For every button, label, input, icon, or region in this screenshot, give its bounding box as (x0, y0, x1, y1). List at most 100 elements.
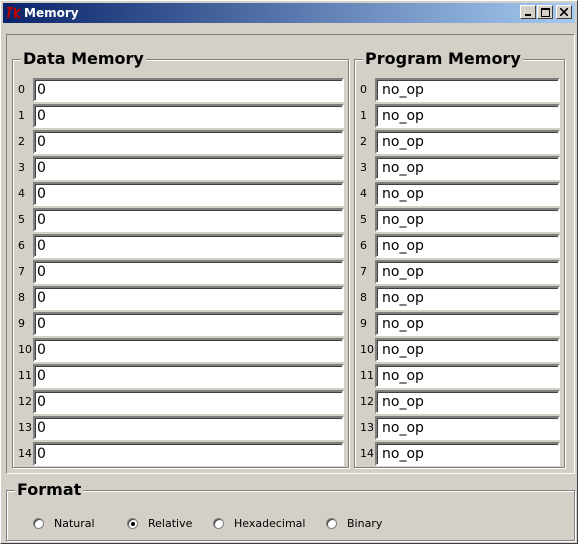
data-memory-value-field[interactable]: 0 (33, 260, 344, 284)
format-option-label: Relative (148, 517, 193, 530)
radio-button-icon[interactable] (213, 518, 224, 529)
data-memory-row: 14 0 (13, 441, 348, 467)
data-memory-index-label: 13 (18, 421, 32, 434)
data-memory-index-label: 7 (18, 265, 25, 278)
data-memory-value-field[interactable]: 0 (33, 104, 344, 128)
data-memory-value-field[interactable]: 0 (33, 78, 344, 102)
format-option-label: Hexadecimal (234, 517, 306, 530)
program-memory-row: 0 no_op (355, 77, 564, 103)
format-option-natural[interactable]: Natural (33, 517, 95, 530)
close-icon[interactable] (556, 5, 572, 19)
program-memory-index-label: 2 (360, 135, 367, 148)
program-memory-value-field[interactable]: no_op (375, 104, 560, 128)
program-memory-row: 1 no_op (355, 103, 564, 129)
program-memory-index-label: 14 (360, 447, 374, 460)
program-memory-value-field[interactable]: no_op (375, 442, 560, 466)
program-memory-row: 14 no_op (355, 441, 564, 467)
data-memory-row: 11 0 (13, 363, 348, 389)
data-memory-value-field[interactable]: 0 (33, 182, 344, 206)
data-memory-index-label: 1 (18, 109, 25, 122)
format-title: Format (15, 480, 84, 499)
data-memory-index-label: 9 (18, 317, 25, 330)
program-memory-value-field[interactable]: no_op (375, 130, 560, 154)
program-memory-title: Program Memory (363, 49, 523, 68)
program-memory-value-field[interactable]: no_op (375, 286, 560, 310)
format-option-relative[interactable]: Relative (127, 517, 192, 530)
program-memory-index-label: 1 (360, 109, 367, 122)
data-memory-index-label: 8 (18, 291, 25, 304)
format-option-hexadecimal[interactable]: Hexadecimal (213, 517, 305, 530)
program-memory-value-field[interactable]: no_op (375, 416, 560, 440)
program-memory-index-label: 9 (360, 317, 367, 330)
data-memory-value-field[interactable]: 0 (33, 156, 344, 180)
program-memory-value-field[interactable]: no_op (375, 364, 560, 388)
data-memory-value-field[interactable]: 0 (33, 208, 344, 232)
program-memory-value-field[interactable]: no_op (375, 182, 560, 206)
program-memory-row: 9 no_op (355, 311, 564, 337)
memory-window: Memory Data Memory 001020304050607080901… (0, 0, 578, 544)
data-memory-group: Data Memory 0 0 1 0 2 0 3 0 4 0 5 0 6 0 7 0 8 0 9 0 10 0 11 0 12… (12, 50, 349, 468)
data-memory-row: 20 (13, 129, 348, 155)
radio-button-icon[interactable] (326, 518, 337, 529)
data-memory-value-field[interactable]: 0 (33, 312, 344, 336)
data-memory-value-field[interactable]: 0 (33, 286, 344, 310)
program-memory-value-field[interactable]: no_op (375, 260, 560, 284)
data-memory-value-field[interactable]: 0 (33, 338, 344, 362)
format-option-label: Natural (54, 517, 95, 530)
program-memory-row: 4 no_op (355, 181, 564, 207)
tk-icon (6, 5, 22, 21)
data-memory-row: 80 (13, 285, 348, 311)
radio-button-icon[interactable] (127, 518, 138, 529)
radio-button-icon[interactable] (33, 518, 44, 529)
program-memory-row: 12 no_op (355, 389, 564, 415)
program-memory-index-label: 12 (360, 395, 374, 408)
title-bar[interactable]: Memory (3, 3, 575, 23)
program-memory-row: 7 no_op (355, 259, 564, 285)
data-memory-value-field[interactable]: 0 (33, 390, 344, 414)
data-memory-row: 90 (13, 311, 348, 337)
data-memory-row: 00 (13, 77, 348, 103)
program-memory-row: 11 no_op (355, 363, 564, 389)
program-memory-value-field[interactable]: no_op (375, 156, 560, 180)
program-memory-index-label: 4 (360, 187, 367, 200)
data-memory-index-label: 0 (18, 83, 25, 96)
program-memory-index-label: 7 (360, 265, 367, 278)
minimize-icon[interactable] (520, 5, 536, 19)
data-memory-index-label: 12 (18, 395, 32, 408)
program-memory-index-label: 8 (360, 291, 367, 304)
program-memory-index-label: 6 (360, 239, 367, 252)
program-memory-value-field[interactable]: no_op (375, 390, 560, 414)
data-memory-index-label: 14 (18, 447, 32, 460)
program-memory-value-field[interactable]: no_op (375, 208, 560, 232)
program-memory-row: 8 no_op (355, 285, 564, 311)
data-memory-title: Data Memory (21, 49, 146, 68)
format-option-binary[interactable]: Binary (326, 517, 382, 530)
data-memory-value-field[interactable]: 0 (33, 234, 344, 258)
data-memory-value-field[interactable]: 0 (33, 130, 344, 154)
program-memory-row: 5 no_op (355, 207, 564, 233)
data-memory-index-label: 11 (18, 369, 32, 382)
data-memory-row: 40 (13, 181, 348, 207)
program-memory-index-label: 5 (360, 213, 367, 226)
data-memory-row: 13 0 (13, 415, 348, 441)
data-memory-row: 10 (13, 103, 348, 129)
data-memory-index-label: 10 (18, 343, 32, 356)
data-memory-index-label: 5 (18, 213, 25, 226)
maximize-icon[interactable] (537, 5, 553, 19)
program-memory-index-label: 3 (360, 161, 367, 174)
program-memory-row: 2 no_op (355, 129, 564, 155)
data-memory-row: 10 0 (13, 337, 348, 363)
program-memory-value-field[interactable]: no_op (375, 338, 560, 362)
data-memory-value-field[interactable]: 0 (33, 364, 344, 388)
data-memory-index-label: 4 (18, 187, 25, 200)
data-memory-row: 30 (13, 155, 348, 181)
program-memory-row: 13 no_op (355, 415, 564, 441)
data-memory-row: 60 (13, 233, 348, 259)
data-memory-value-field[interactable]: 0 (33, 442, 344, 466)
data-memory-row: 70 (13, 259, 348, 285)
program-memory-value-field[interactable]: no_op (375, 78, 560, 102)
data-memory-value-field[interactable]: 0 (33, 416, 344, 440)
program-memory-value-field[interactable]: no_op (375, 312, 560, 336)
program-memory-value-field[interactable]: no_op (375, 234, 560, 258)
program-memory-row: 3 no_op (355, 155, 564, 181)
